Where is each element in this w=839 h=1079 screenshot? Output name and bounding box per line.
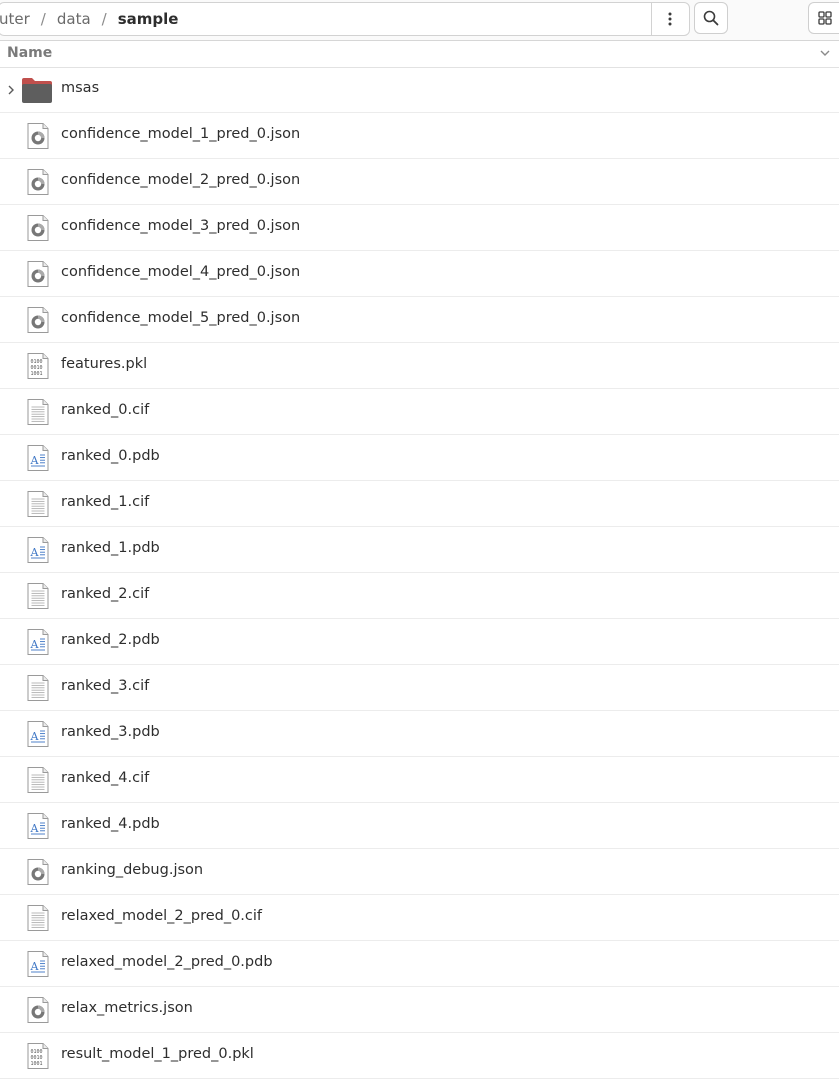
file-name: ranked_3.pdb <box>61 724 160 740</box>
file-row[interactable]: relax_metrics.json <box>0 987 839 1033</box>
file-name: ranking_debug.json <box>61 862 204 878</box>
column-header-label: Name <box>7 45 53 61</box>
file-name: confidence_model_2_pred_0.json <box>61 172 301 188</box>
json-file-icon <box>24 168 52 196</box>
file-row[interactable]: confidence_model_5_pred_0.json <box>0 297 839 343</box>
breadcrumb-separator: / <box>40 10 46 28</box>
file-name: ranked_2.cif <box>61 586 150 602</box>
binary-file-icon: 0100 0010 1001 <box>24 1042 52 1070</box>
file-name: ranked_0.cif <box>61 402 150 418</box>
file-name: relaxed_model_2_pred_0.pdb <box>61 954 273 970</box>
file-row[interactable]: confidence_model_4_pred_0.json <box>0 251 839 297</box>
grid-view-icon <box>818 11 832 25</box>
json-file-icon <box>24 996 52 1024</box>
folder-row[interactable]: msas <box>0 67 839 113</box>
text-file-icon <box>24 398 52 426</box>
file-name: confidence_model_5_pred_0.json <box>61 310 301 326</box>
document-file-icon: A <box>24 444 52 472</box>
file-row[interactable]: ranked_2.cif <box>0 573 839 619</box>
file-name: ranked_4.pdb <box>61 816 160 832</box>
file-name: confidence_model_4_pred_0.json <box>61 264 301 280</box>
location-bar[interactable]: uter / data / sample <box>0 2 690 36</box>
svg-text:A: A <box>30 638 40 651</box>
chevron-right-icon[interactable] <box>5 82 17 101</box>
json-file-icon <box>24 214 52 242</box>
json-file-icon <box>24 306 52 334</box>
document-file-icon: A <box>24 536 52 564</box>
vertical-dots-menu-icon <box>668 12 672 26</box>
file-row[interactable]: ranked_3.cif <box>0 665 839 711</box>
file-row[interactable]: Aranked_0.pdb <box>0 435 839 481</box>
breadcrumb-item-computer[interactable]: uter <box>0 10 30 28</box>
location-menu-button[interactable] <box>651 3 688 35</box>
file-row[interactable]: ranking_debug.json <box>0 849 839 895</box>
svg-text:1001: 1001 <box>31 371 43 377</box>
file-row[interactable]: Aranked_2.pdb <box>0 619 839 665</box>
file-name: ranked_1.pdb <box>61 540 160 556</box>
file-row[interactable]: Aranked_4.pdb <box>0 803 839 849</box>
document-file-icon: A <box>24 812 52 840</box>
folder-icon <box>21 76 53 104</box>
breadcrumb-item-data[interactable]: data <box>57 10 91 28</box>
column-header-name[interactable]: Name <box>0 41 839 68</box>
header-bar: uter / data / sample <box>0 0 839 41</box>
text-file-icon <box>24 582 52 610</box>
file-row[interactable]: ranked_4.cif <box>0 757 839 803</box>
file-row[interactable]: 0100 0010 1001 result_model_1_pred_0.pkl <box>0 1033 839 1079</box>
file-name: ranked_1.cif <box>61 494 150 510</box>
json-file-icon <box>24 858 52 886</box>
search-icon <box>703 10 719 26</box>
file-name: confidence_model_3_pred_0.json <box>61 218 301 234</box>
file-row[interactable]: Arelaxed_model_2_pred_0.pdb <box>0 941 839 987</box>
chevron-down-icon <box>820 50 830 56</box>
document-file-icon: A <box>24 628 52 656</box>
file-name: confidence_model_1_pred_0.json <box>61 126 301 142</box>
document-file-icon: A <box>24 720 52 748</box>
file-name: ranked_4.cif <box>61 770 150 786</box>
svg-text:A: A <box>30 960 40 973</box>
file-row[interactable]: 0100 0010 1001 features.pkl <box>0 343 839 389</box>
file-name: ranked_3.cif <box>61 678 150 694</box>
svg-text:A: A <box>30 822 40 835</box>
file-name: features.pkl <box>61 356 148 372</box>
file-row[interactable]: ranked_1.cif <box>0 481 839 527</box>
text-file-icon <box>24 674 52 702</box>
file-row[interactable]: Aranked_1.pdb <box>0 527 839 573</box>
binary-file-icon: 0100 0010 1001 <box>24 352 52 380</box>
file-row[interactable]: ranked_0.cif <box>0 389 839 435</box>
file-name: relax_metrics.json <box>61 1000 193 1016</box>
file-name: relaxed_model_2_pred_0.cif <box>61 908 263 924</box>
file-list: msas confidence_model_1_pred_0.jsonconfid… <box>0 67 839 1079</box>
file-name: ranked_2.pdb <box>61 632 160 648</box>
text-file-icon <box>24 904 52 932</box>
file-row[interactable]: confidence_model_2_pred_0.json <box>0 159 839 205</box>
json-file-icon <box>24 260 52 288</box>
file-row[interactable]: confidence_model_3_pred_0.json <box>0 205 839 251</box>
svg-text:A: A <box>30 730 40 743</box>
file-name: msas <box>61 80 100 96</box>
text-file-icon <box>24 766 52 794</box>
svg-text:A: A <box>30 546 40 559</box>
svg-text:1001: 1001 <box>31 1061 43 1067</box>
breadcrumb-separator: / <box>101 10 107 28</box>
file-name: result_model_1_pred_0.pkl <box>61 1046 254 1062</box>
breadcrumb: uter / data / sample <box>0 3 178 35</box>
breadcrumb-item-sample[interactable]: sample <box>118 10 179 28</box>
file-row[interactable]: Aranked_3.pdb <box>0 711 839 757</box>
svg-text:A: A <box>30 454 40 467</box>
json-file-icon <box>24 122 52 150</box>
text-file-icon <box>24 490 52 518</box>
file-row[interactable]: relaxed_model_2_pred_0.cif <box>0 895 839 941</box>
search-button[interactable] <box>694 2 728 34</box>
file-row[interactable]: confidence_model_1_pred_0.json <box>0 113 839 159</box>
file-name: ranked_0.pdb <box>61 448 160 464</box>
document-file-icon: A <box>24 950 52 978</box>
view-toggle-button[interactable] <box>808 2 839 34</box>
